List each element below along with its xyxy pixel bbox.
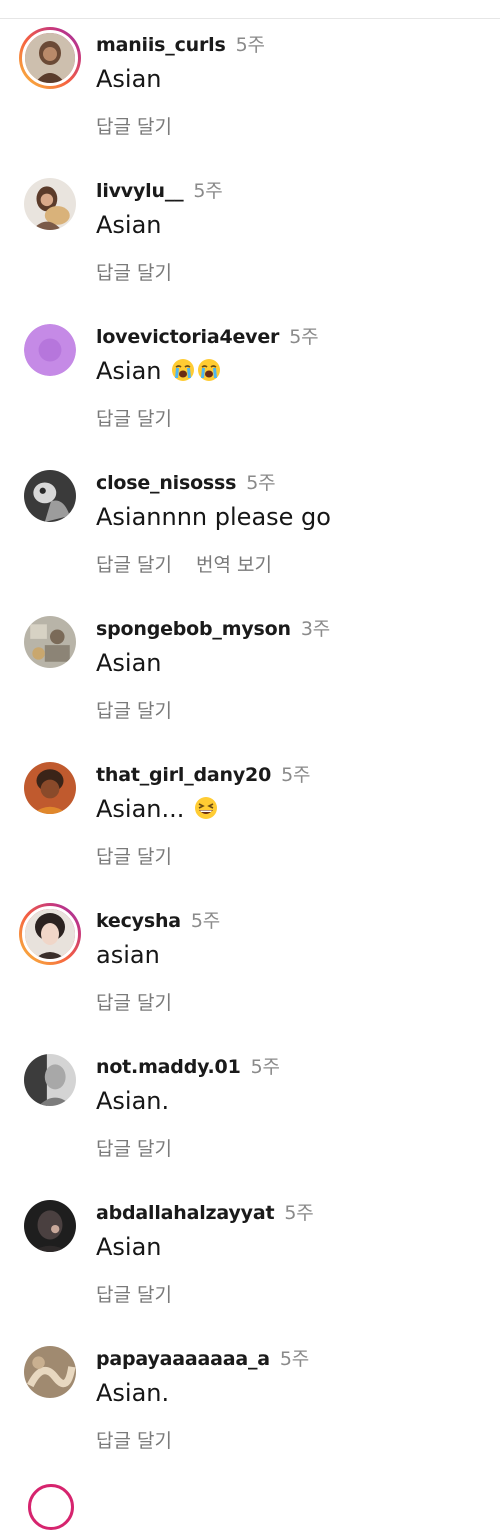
comment-time: 5주	[250, 1056, 280, 1078]
comment-text: Asian	[96, 65, 162, 93]
comment-actions: 답글 달기	[96, 1134, 196, 1161]
reply-button[interactable]: 답글 달기	[96, 846, 172, 868]
profile-photo-icon[interactable]	[24, 616, 76, 668]
reply-button[interactable]: 답글 달기	[96, 1138, 172, 1160]
reply-button[interactable]: 답글 달기	[96, 408, 172, 430]
reply-button[interactable]: 답글 달기	[96, 700, 172, 722]
comment-time: 3주	[300, 618, 330, 640]
comment-time: 5주	[190, 910, 221, 932]
comment-username[interactable]: spongebob_myson 3주	[96, 614, 330, 641]
username-text[interactable]: maniis_curls	[96, 34, 226, 56]
next-story-ring-avatar[interactable]	[28, 1484, 74, 1530]
profile-photo-icon[interactable]	[24, 470, 76, 522]
profile-photo-icon	[22, 906, 78, 962]
comment-username[interactable]: lovevictoria4ever 5주	[96, 322, 319, 349]
username-text[interactable]: abdallahalzayyat	[96, 1202, 275, 1224]
comment-text-content: Asian...	[96, 795, 185, 823]
comment-username[interactable]: maniis_curls 5주	[96, 30, 265, 57]
comment-item: spongebob_myson 3주 Asian 답글 달기	[0, 604, 500, 750]
comment-item: papayaaaaaaa_a 5주 Asian. 답글 달기	[0, 1334, 500, 1480]
username-text[interactable]: papayaaaaaaa_a	[96, 1348, 270, 1370]
loudly-crying-face-emoji	[171, 358, 195, 382]
comment-actions: 답글 달기	[96, 112, 196, 139]
profile-photo-icon[interactable]	[24, 1200, 76, 1252]
comment-time: 5주	[246, 472, 276, 494]
comment-item: kecysha 5주 asian 답글 달기	[0, 896, 500, 1042]
comment-text: Asian...	[96, 795, 218, 823]
username-text[interactable]: lovevictoria4ever	[96, 326, 279, 348]
comment-item: not.maddy.01 5주 Asian. 답글 달기	[0, 1042, 500, 1188]
comment-text: Asian	[96, 1233, 162, 1261]
reply-button[interactable]: 답글 달기	[96, 554, 172, 576]
comment-username[interactable]: abdallahalzayyat 5주	[96, 1198, 314, 1225]
grinning-squinting-face-emoji	[194, 796, 218, 820]
comment-time: 5주	[281, 764, 311, 786]
reply-button[interactable]: 답글 달기	[96, 992, 172, 1014]
comment-text: Asian.	[96, 1379, 170, 1407]
reply-button[interactable]: 답글 달기	[96, 1430, 172, 1452]
reply-button[interactable]: 답글 달기	[96, 1284, 172, 1306]
loudly-crying-face-emoji	[197, 358, 221, 382]
comment-actions: 답글 달기 번역 보기	[96, 550, 272, 577]
story-ring-avatar[interactable]	[19, 27, 81, 89]
comment-actions: 답글 달기	[96, 258, 196, 285]
top-divider	[0, 18, 500, 19]
profile-photo-icon[interactable]	[24, 1054, 76, 1106]
username-text[interactable]: spongebob_myson	[96, 618, 291, 640]
comment-username[interactable]: papayaaaaaaa_a 5주	[96, 1344, 309, 1371]
comment-actions: 답글 달기	[96, 842, 196, 869]
comment-time: 5주	[279, 1348, 310, 1370]
profile-photo-icon	[22, 30, 78, 86]
story-ring-avatar[interactable]	[19, 903, 81, 965]
comment-text: Asian	[96, 211, 162, 239]
comment-item: maniis_curls 5주 Asian 답글 달기	[0, 20, 500, 166]
comment-item: that_girl_dany20 5주 Asian... 답글 달기	[0, 750, 500, 896]
comment-text: Asian	[96, 649, 162, 677]
reply-button[interactable]: 답글 달기	[96, 116, 172, 138]
comment-item: close_nisosss 5주 Asiannnn please go 답글 달기…	[0, 458, 500, 604]
comment-time: 5주	[284, 1202, 314, 1224]
purple-circle-avatar-icon[interactable]	[24, 324, 76, 376]
username-text[interactable]: that_girl_dany20	[96, 764, 271, 786]
comment-actions: 답글 달기	[96, 404, 196, 431]
comment-username[interactable]: close_nisosss 5주	[96, 468, 276, 495]
username-text[interactable]: not.maddy.01	[96, 1056, 241, 1078]
comment-username[interactable]: that_girl_dany20 5주	[96, 760, 310, 787]
reply-button[interactable]: 답글 달기	[96, 262, 172, 284]
comment-text: Asian	[96, 357, 221, 385]
username-text[interactable]: close_nisosss	[96, 472, 236, 494]
see-translation-button[interactable]: 번역 보기	[196, 554, 272, 576]
comment-username[interactable]: not.maddy.01 5주	[96, 1052, 280, 1079]
comment-time: 5주	[235, 34, 265, 56]
username-text[interactable]: livvylu__	[96, 180, 184, 202]
comment-item: lovevictoria4ever 5주 Asian 답글 달기	[0, 312, 500, 458]
username-text[interactable]: kecysha	[96, 910, 181, 932]
comment-actions: 답글 달기	[96, 1280, 196, 1307]
comment-text: Asiannnn please go	[96, 503, 331, 531]
comment-username[interactable]: kecysha 5주	[96, 906, 220, 933]
comment-actions: 답글 달기	[96, 988, 196, 1015]
profile-photo-icon[interactable]	[24, 178, 76, 230]
comment-username[interactable]: livvylu__ 5주	[96, 176, 223, 203]
comment-item: livvylu__ 5주 Asian 답글 달기	[0, 166, 500, 312]
comment-actions: 답글 달기	[96, 1426, 196, 1453]
comment-text: Asian.	[96, 1087, 170, 1115]
comment-time: 5주	[289, 326, 319, 348]
profile-photo-icon[interactable]	[24, 1346, 76, 1398]
comment-time: 5주	[193, 180, 223, 202]
comment-actions: 답글 달기	[96, 696, 196, 723]
comment-text: asian	[96, 941, 160, 969]
comment-text-content: Asian	[96, 357, 162, 385]
comment-item: abdallahalzayyat 5주 Asian 답글 달기	[0, 1188, 500, 1334]
profile-photo-icon[interactable]	[24, 762, 76, 814]
